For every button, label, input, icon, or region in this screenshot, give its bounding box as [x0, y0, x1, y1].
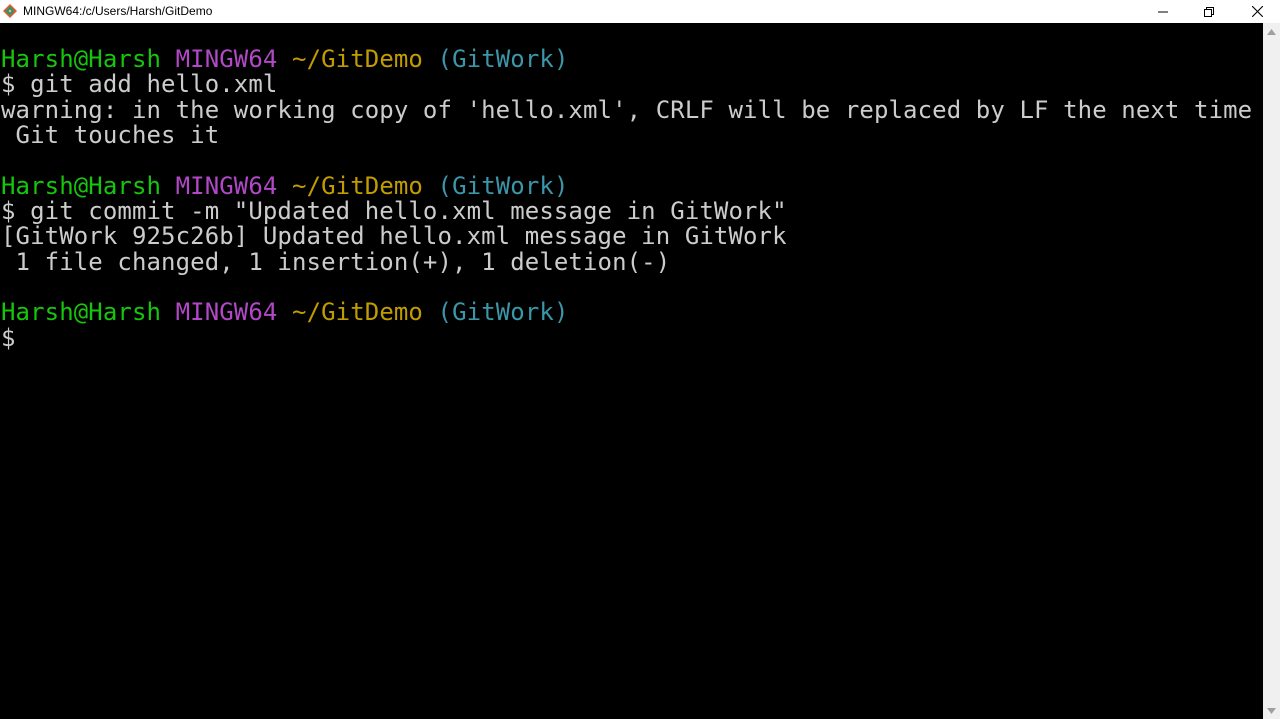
close-button[interactable] [1234, 0, 1280, 23]
title-bar[interactable]: MINGW64:/c/Users/Harsh/GitDemo [0, 0, 1280, 23]
prompt-path: ~/GitDemo [292, 298, 423, 326]
close-icon [1251, 6, 1263, 17]
prompt-line: Harsh@Harsh MINGW64 ~/GitDemo (GitWork) [1, 174, 569, 199]
current-prompt-line[interactable]: $ [1, 326, 16, 351]
prompt-host: MINGW64 [175, 298, 278, 326]
terminal-output[interactable]: Harsh@Harsh MINGW64 ~/GitDemo (GitWork) … [0, 23, 1263, 719]
scroll-up-button[interactable] [1263, 23, 1280, 40]
git-bash-icon [3, 4, 17, 18]
command-line: $ git commit -m "Updated hello.xml messa… [1, 197, 787, 225]
prompt-user: Harsh@Harsh [1, 45, 162, 73]
minimize-button[interactable] [1140, 0, 1186, 23]
prompt-path: ~/GitDemo [292, 45, 423, 73]
output-line: Git touches it [1, 121, 220, 149]
prompt-user: Harsh@Harsh [1, 298, 162, 326]
chevron-down-icon [1267, 707, 1276, 714]
prompt-branch: (GitWork) [437, 298, 569, 326]
output-line: 1 file changed, 1 insertion(+), 1 deleti… [1, 248, 671, 276]
prompt-host: MINGW64 [175, 172, 278, 200]
prompt-branch: (GitWork) [437, 172, 569, 200]
output-line: warning: in the working copy of 'hello.x… [1, 96, 1253, 124]
output-line: [GitWork 925c26b] Updated hello.xml mess… [1, 222, 787, 250]
prompt-host: MINGW64 [175, 45, 278, 73]
prompt-branch: (GitWork) [437, 45, 569, 73]
terminal-window: MINGW64:/c/Users/Harsh/GitDemo Harsh@Har… [0, 0, 1280, 719]
restore-button[interactable] [1186, 0, 1232, 23]
window-title: MINGW64:/c/Users/Harsh/GitDemo [23, 4, 213, 18]
prompt-path: ~/GitDemo [292, 172, 423, 200]
prompt-line: Harsh@Harsh MINGW64 ~/GitDemo (GitWork) [1, 47, 569, 72]
restore-icon [1204, 6, 1214, 17]
prompt-user: Harsh@Harsh [1, 172, 162, 200]
command-line: $ git add hello.xml [1, 70, 278, 98]
minimize-icon [1158, 11, 1168, 12]
scroll-down-button[interactable] [1263, 702, 1280, 719]
chevron-up-icon [1267, 28, 1276, 35]
vertical-scrollbar[interactable] [1263, 23, 1280, 719]
prompt-line: Harsh@Harsh MINGW64 ~/GitDemo (GitWork) [1, 300, 569, 325]
